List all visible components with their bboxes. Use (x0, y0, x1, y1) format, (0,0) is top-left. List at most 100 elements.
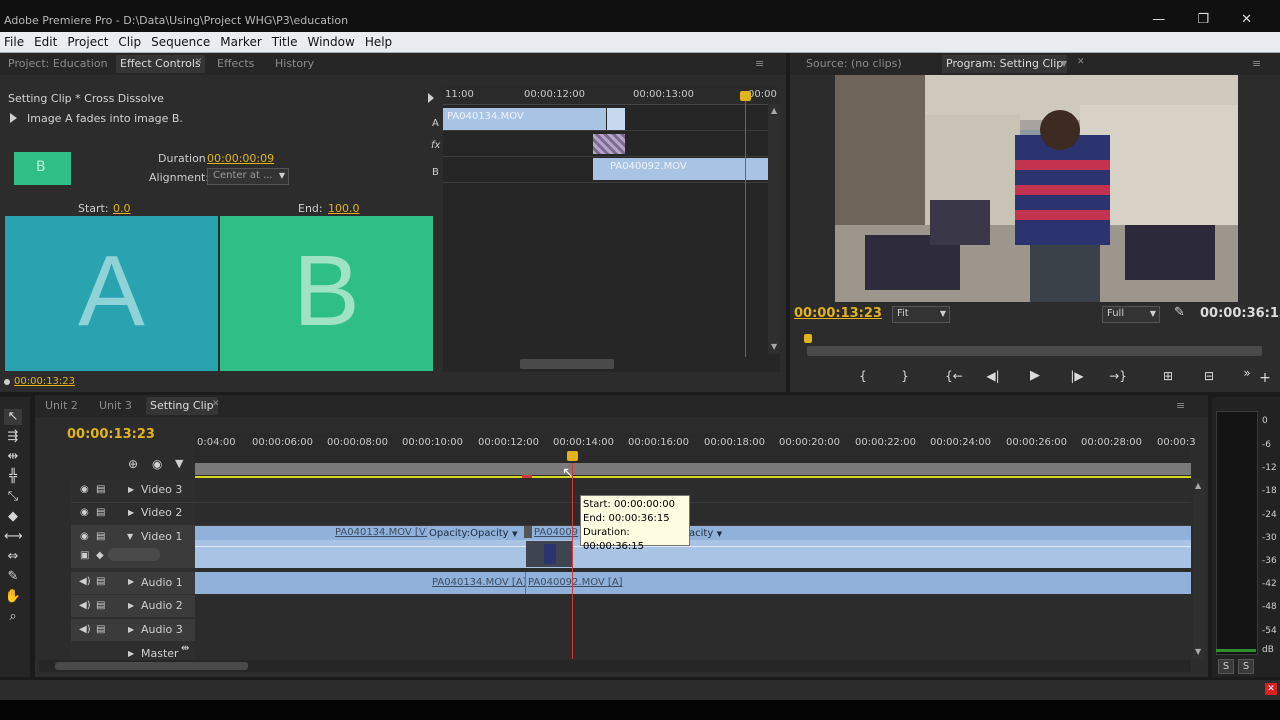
keyframe-nav[interactable] (108, 548, 160, 561)
window-controls[interactable]: — ❐ ✕ (1152, 12, 1266, 27)
tab-source[interactable]: Source: (no clips) (806, 57, 902, 70)
rate-stretch-tool-icon[interactable]: ⤡ (4, 489, 22, 505)
tab-effect-controls[interactable]: Effect Controls (116, 55, 205, 73)
scroll-down-icon[interactable]: ▼ (1195, 647, 1201, 656)
extract-button[interactable]: ⊟ (1196, 367, 1222, 385)
tab-unit-3[interactable]: Unit 3 (99, 399, 132, 412)
effect-timecode[interactable]: 00:00:13:23 (14, 376, 75, 387)
expand-triangle-icon[interactable]: ▶ (128, 577, 134, 586)
hand-tool-icon[interactable]: ✋ (4, 589, 22, 605)
a1-clip-b-label[interactable]: PA040092.MOV [A] (528, 577, 623, 588)
tab-project[interactable]: Project: Education (8, 57, 108, 70)
program-scrubber[interactable] (804, 331, 1277, 356)
ripple-edit-tool-icon[interactable]: ⇹ (4, 449, 22, 465)
go-to-out-button[interactable]: →} (1105, 367, 1131, 385)
play-preview-icon[interactable] (10, 113, 17, 123)
expand-triangle-icon[interactable]: ▶ (128, 649, 134, 658)
play-triangle-icon[interactable] (428, 93, 434, 103)
close-icon[interactable]: ✕ (212, 399, 220, 409)
step-back-button[interactable]: ◀| (980, 367, 1006, 385)
display-style-icon[interactable]: ▣ (80, 550, 89, 561)
panel-menu-icon[interactable]: ≡ (1176, 399, 1185, 412)
timeline-h-scroll-thumb[interactable] (55, 662, 248, 670)
lock-icon[interactable]: ▤ (96, 576, 105, 587)
transition-block[interactable] (593, 134, 625, 154)
tab-effects[interactable]: Effects (217, 57, 254, 70)
expand-triangle-icon[interactable]: ▶ (128, 508, 134, 517)
end-value[interactable]: 100.0 (328, 202, 360, 215)
mini-h-scroll-thumb[interactable] (520, 359, 614, 369)
program-timecode[interactable]: 00:00:13:23 (794, 306, 882, 321)
tab-history[interactable]: History (275, 57, 314, 70)
menu-help[interactable]: Help (361, 32, 396, 49)
mini-scrollbar[interactable]: ▲ ▼ (768, 104, 780, 354)
alignment-dropdown[interactable]: Center at ... ▼ (207, 168, 289, 185)
speaker-icon[interactable]: ◀) (79, 576, 91, 587)
solo-right-button[interactable]: S (1238, 659, 1254, 674)
tab-unit-2[interactable]: Unit 2 (45, 399, 78, 412)
timeline-timecode[interactable]: 00:00:13:23 (67, 427, 155, 442)
timeline-ruler[interactable]: 0:04:00 00:00:06:00 00:00:08:00 00:00:10… (195, 433, 1196, 463)
lock-icon[interactable]: ▤ (96, 507, 105, 518)
mark-in-button[interactable]: { (850, 367, 876, 385)
rolling-edit-tool-icon[interactable]: ╬ (4, 469, 22, 485)
go-to-in-button[interactable]: {← (941, 367, 967, 385)
timeline-v-scrollbar[interactable]: ▲ ▼ (1193, 479, 1205, 659)
collapse-triangle-icon[interactable]: ▼ (127, 532, 133, 541)
scrubber-bar[interactable] (807, 346, 1262, 356)
expand-triangle-icon[interactable]: ▶ (128, 485, 134, 494)
snap-icon[interactable]: ⊕ (128, 457, 138, 471)
scrubber-marker[interactable] (804, 334, 812, 343)
v1-clip-a-label[interactable]: PA040134.MOV [V] (335, 527, 430, 538)
menu-project[interactable]: Project (63, 32, 112, 49)
solo-left-button[interactable]: S (1218, 659, 1234, 674)
razor-tool-icon[interactable]: ◆ (4, 509, 22, 525)
wrench-icon[interactable]: ✎ (1174, 305, 1185, 320)
a1-clip-a-label[interactable]: PA040134.MOV [A] (432, 577, 527, 588)
slide-tool-icon[interactable]: ⇔ (4, 549, 22, 565)
work-area-bar[interactable] (195, 463, 1191, 475)
mini-clip-a[interactable]: PA040134.MOV (443, 108, 606, 130)
track-select-tool-icon[interactable]: ⇶ (4, 429, 22, 445)
menu-edit[interactable]: Edit (30, 32, 61, 49)
mini-playhead[interactable] (745, 92, 746, 357)
start-value[interactable]: 0.0 (113, 202, 131, 215)
expand-triangle-icon[interactable]: ▶ (128, 625, 134, 634)
mini-ruler[interactable]: 11:00 00:00:12:00 00:00:13:00 00:00 (443, 86, 780, 105)
lock-icon[interactable]: ▤ (96, 624, 105, 635)
menu-sequence[interactable]: Sequence (147, 32, 214, 49)
expand-triangle-icon[interactable]: ▶ (128, 601, 134, 610)
chevron-down-icon[interactable]: ▼ (1061, 59, 1067, 68)
resolution-dropdown[interactable]: Full ▼ (1102, 306, 1160, 323)
mini-playhead-marker[interactable] (740, 91, 751, 101)
menu-file[interactable]: File (0, 32, 28, 49)
v1-opacity-a[interactable]: Opacity:Opacity ▼ (427, 526, 520, 539)
lock-icon[interactable]: ▤ (96, 531, 105, 542)
scroll-up-icon[interactable]: ▲ (1195, 481, 1201, 490)
play-button[interactable]: ▶ (1022, 367, 1048, 385)
zoom-tool-icon[interactable]: ⌕ (4, 609, 22, 625)
mark-out-button[interactable]: } (892, 367, 918, 385)
timeline-h-scrollbar[interactable] (39, 660, 1191, 672)
panel-menu-icon[interactable]: ≡ (1252, 57, 1261, 70)
menu-marker[interactable]: Marker (216, 32, 265, 49)
lock-icon[interactable]: ▤ (96, 600, 105, 611)
menu-title[interactable]: Title (268, 32, 302, 49)
timeline-playhead-marker[interactable] (567, 451, 578, 461)
eye-icon[interactable]: ◉ (80, 484, 89, 495)
selection-tool-icon[interactable]: ↖ (4, 409, 22, 425)
panel-menu-icon[interactable]: ≡ (755, 57, 764, 70)
step-forward-button[interactable]: |▶ (1064, 367, 1090, 385)
close-icon[interactable]: ✕ (1077, 57, 1085, 67)
add-button-icon[interactable]: + (1252, 369, 1278, 387)
master-options-icon[interactable]: ⇹ (181, 643, 189, 654)
v1-opacity-b[interactable]: acity ▼ (687, 526, 724, 539)
menu-clip[interactable]: Clip (114, 32, 145, 49)
eye-icon[interactable]: ◉ (80, 531, 89, 542)
mini-scroll-down-icon[interactable]: ▼ (771, 342, 777, 351)
lock-icon[interactable]: ▤ (96, 484, 105, 495)
add-marker-icon[interactable]: ▼ (175, 457, 183, 470)
fit-dropdown[interactable]: Fit ▼ (892, 306, 950, 323)
lift-button[interactable]: ⊞ (1155, 367, 1181, 385)
duration-value[interactable]: 00:00:00:09 (207, 152, 274, 165)
